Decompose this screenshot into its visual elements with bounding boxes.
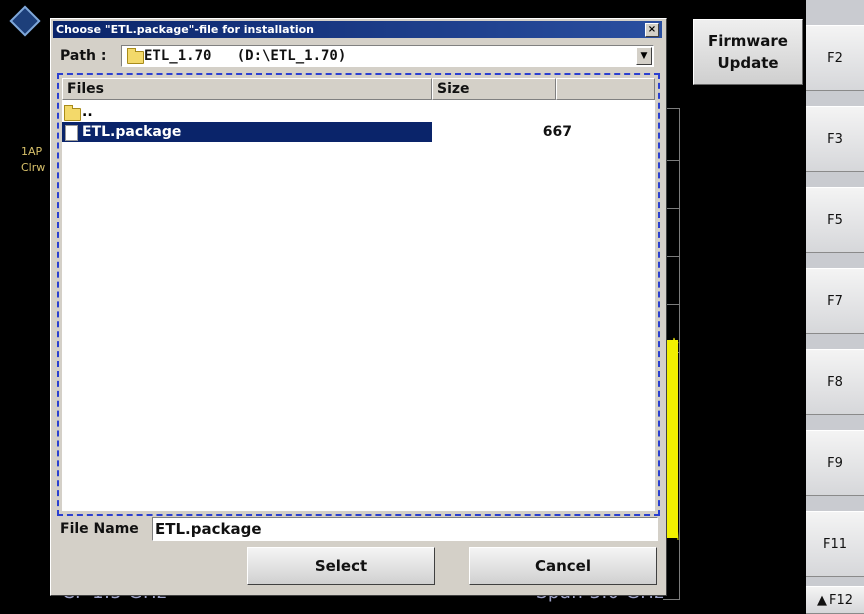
folder-icon <box>64 105 81 121</box>
list-item-size: 667 <box>542 124 572 140</box>
softkey-f12-label: F12 <box>828 592 854 608</box>
column-header-size[interactable]: Size <box>432 78 556 100</box>
path-label: Path : <box>60 48 107 64</box>
softkey-f5[interactable]: F5 <box>806 187 864 253</box>
trace-detector-label: Clrw <box>21 161 46 174</box>
softkey-f11[interactable]: F11 <box>806 511 864 577</box>
softkey-f8[interactable]: F8 <box>806 349 864 415</box>
cancel-button[interactable]: Cancel <box>469 547 657 585</box>
list-item-name: ETL.package <box>82 124 182 140</box>
install-file-dialog: Choose "ETL.package"-file for installati… <box>50 18 667 596</box>
list-item[interactable]: .. <box>62 102 432 122</box>
column-header-files[interactable]: Files <box>62 78 432 100</box>
list-item-name: .. <box>82 104 93 120</box>
rohde-schwarz-logo-icon <box>9 5 41 37</box>
folder-icon <box>127 48 144 64</box>
close-icon[interactable]: × <box>645 23 659 37</box>
softkey-f2[interactable]: F2 <box>806 25 864 91</box>
file-icon <box>65 125 78 141</box>
dialog-title: Choose "ETL.package"-file for installati… <box>56 23 315 36</box>
path-value: ETL_1.70 (D:\ETL_1.70) <box>144 48 347 64</box>
firmware-update-button[interactable]: Firmware Update <box>693 19 803 85</box>
firmware-update-line2: Update <box>717 54 779 72</box>
trace-mode-label: 1AP <box>21 145 43 158</box>
softkey-f9[interactable]: F9 <box>806 430 864 496</box>
select-button[interactable]: Select <box>247 547 435 585</box>
file-list-header: Files Size <box>62 78 655 100</box>
dialog-title-bar[interactable]: Choose "ETL.package"-file for installati… <box>53 21 662 38</box>
softkey-f7[interactable]: F7 <box>806 268 864 334</box>
triangle-up-icon: ▲ <box>816 592 827 608</box>
file-name-input[interactable]: ETL.package <box>152 517 658 541</box>
firmware-update-line1: Firmware <box>708 32 788 50</box>
chevron-down-icon[interactable]: ▼ <box>636 47 652 65</box>
path-dropdown[interactable]: ETL_1.70 (D:\ETL_1.70) ▼ <box>121 45 654 67</box>
column-header-extra[interactable] <box>556 78 655 100</box>
list-item-selected[interactable]: ETL.package <box>62 122 432 142</box>
softkey-f3[interactable]: F3 <box>806 106 864 172</box>
file-list[interactable]: Files Size .. ETL.package 667 <box>62 78 655 511</box>
file-list-frame: Files Size .. ETL.package 667 <box>57 73 660 516</box>
file-name-label: File Name <box>60 521 139 537</box>
softkey-f12[interactable]: ▲ F12 <box>806 586 864 614</box>
